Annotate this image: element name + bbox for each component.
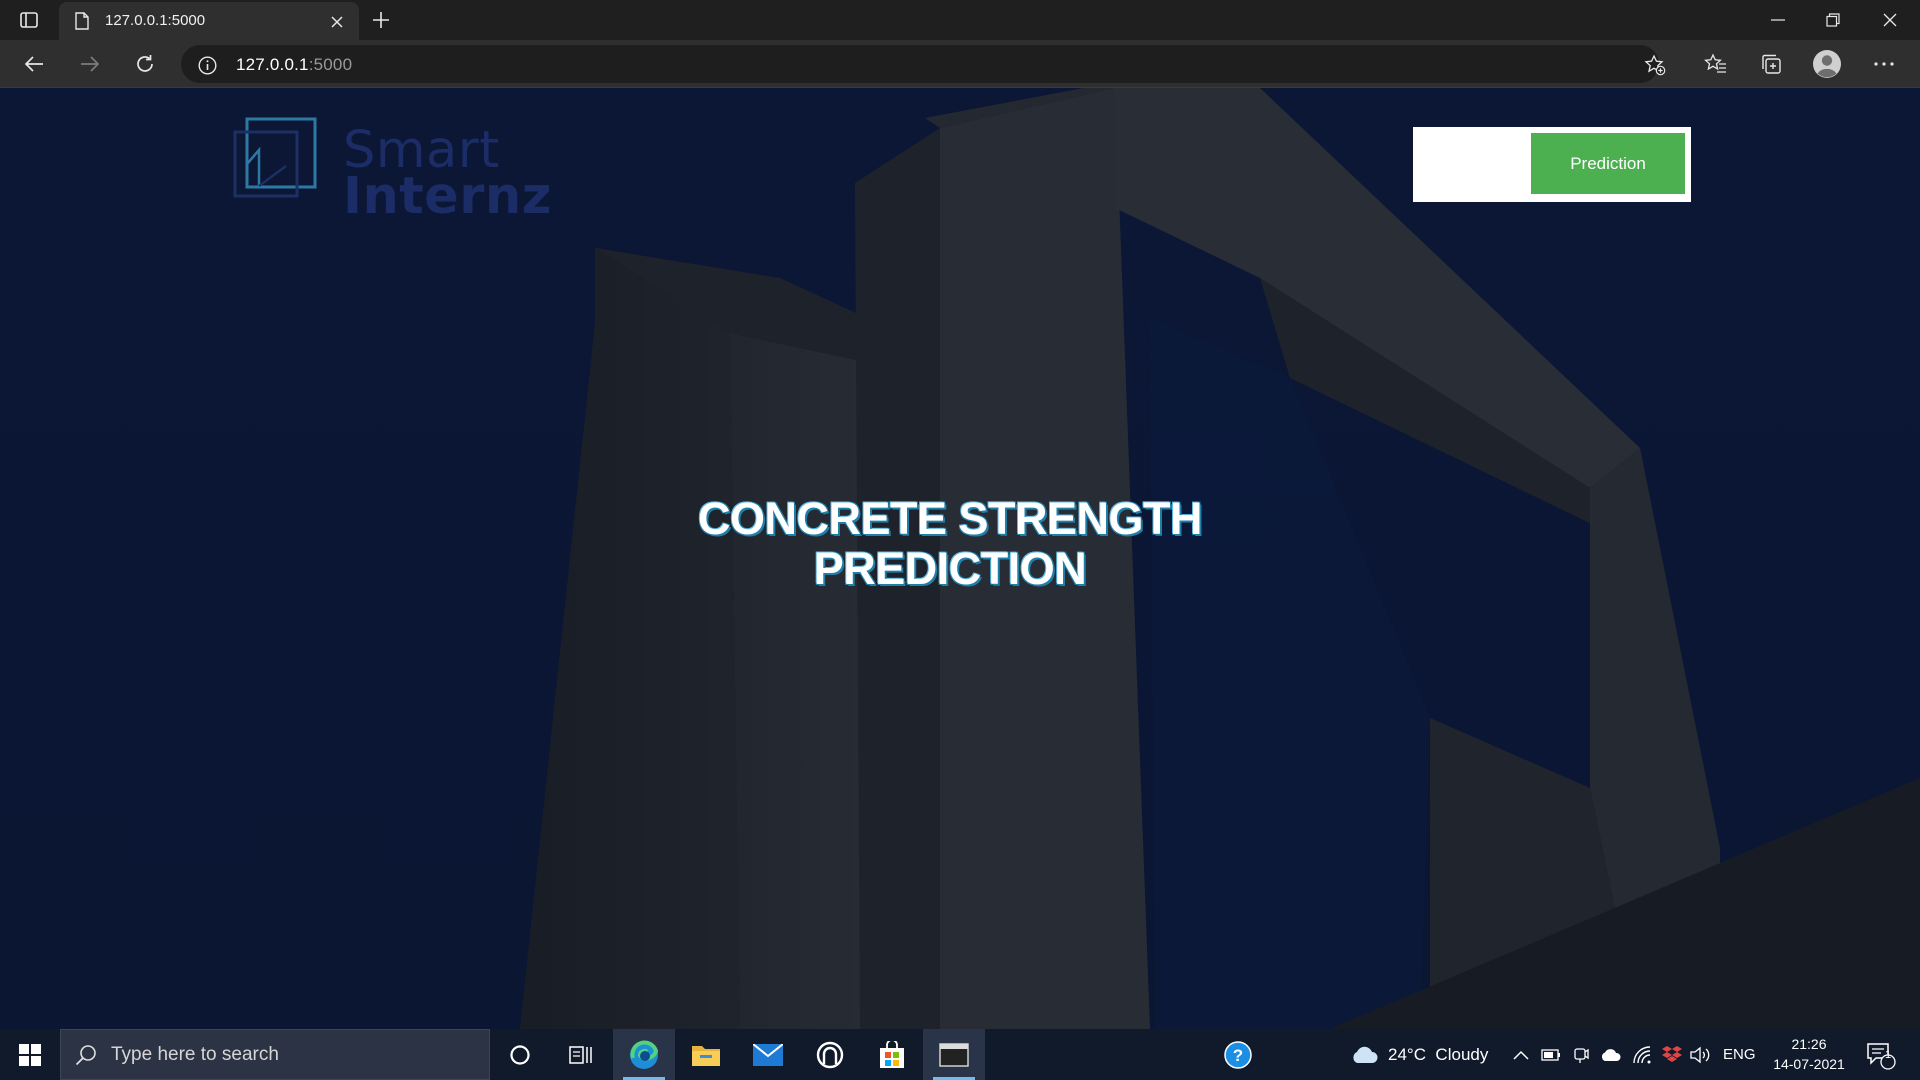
close-window-icon[interactable] <box>1868 6 1912 34</box>
tab-actions-icon[interactable] <box>14 8 44 32</box>
app-icon[interactable] <box>799 1029 861 1080</box>
system-clock[interactable]: 21:26 14-07-2021 <box>1766 1034 1852 1074</box>
nav-bar: Prediction <box>1413 127 1691 202</box>
clock-time: 21:26 <box>1791 1036 1827 1052</box>
battery-icon[interactable] <box>1541 1029 1561 1080</box>
address-text: 127.0.0.1:5000 <box>236 55 352 75</box>
logo-line-internz: Internz <box>343 167 552 226</box>
close-tab-icon[interactable] <box>327 12 347 32</box>
hero-title-line2: PREDICTION <box>813 543 1087 594</box>
restore-icon[interactable] <box>1811 6 1855 34</box>
profile-icon[interactable] <box>1810 47 1844 81</box>
file-explorer-icon[interactable] <box>675 1029 737 1080</box>
search-placeholder: Type here to search <box>111 1044 279 1065</box>
store-icon[interactable] <box>861 1029 923 1080</box>
collections-icon[interactable] <box>1755 50 1787 78</box>
taskbar: Type here to search ? 24°C Cloudy ENG 21… <box>0 1029 1920 1080</box>
new-tab-icon[interactable] <box>366 8 396 32</box>
task-view-icon[interactable] <box>550 1029 612 1080</box>
minimize-icon[interactable] <box>1756 6 1800 34</box>
help-icon[interactable]: ? <box>1207 1029 1269 1080</box>
add-favorite-icon[interactable] <box>1642 53 1668 77</box>
dropbox-icon[interactable] <box>1661 1029 1683 1080</box>
terminal-icon[interactable] <box>923 1029 985 1080</box>
browser-tab-bar: 127.0.0.1:5000 <box>0 0 1920 40</box>
browser-tab[interactable]: 127.0.0.1:5000 <box>59 2 359 40</box>
notification-icon[interactable]: 1 <box>1866 1029 1896 1080</box>
taskbar-search-box[interactable]: Type here to search <box>60 1029 490 1080</box>
address-port: :5000 <box>308 55 353 74</box>
svg-text:?: ? <box>1233 1046 1243 1065</box>
chevron-up-icon[interactable] <box>1513 1029 1529 1080</box>
prediction-button[interactable]: Prediction <box>1531 133 1685 194</box>
address-host: 127.0.0.1 <box>236 55 309 74</box>
refresh-icon[interactable] <box>129 50 161 78</box>
cloud-weather-icon <box>1353 1046 1378 1063</box>
back-icon[interactable] <box>18 50 50 78</box>
weather-text: 24°C Cloudy <box>1388 1044 1489 1064</box>
logo-mark-icon <box>233 117 317 198</box>
windows-start-icon[interactable] <box>0 1029 60 1080</box>
hero-title: CONCRETE STRENGTH PREDICTION <box>560 494 1340 594</box>
web-page: Smart Internz Prediction CONCRETE STRENG… <box>0 88 1920 1029</box>
browser-toolbar: 127.0.0.1:5000 <box>0 40 1920 88</box>
more-icon[interactable] <box>1868 50 1900 78</box>
page-icon <box>73 11 91 31</box>
onedrive-icon[interactable] <box>1600 1029 1622 1080</box>
logo-wordmark: Smart Internz <box>343 125 552 226</box>
address-bar[interactable]: 127.0.0.1:5000 <box>181 45 1666 83</box>
meet-icon[interactable] <box>1573 1029 1589 1080</box>
edge-icon[interactable] <box>613 1029 675 1080</box>
notification-count: 1 <box>1884 1049 1892 1061</box>
search-icon <box>75 1044 97 1071</box>
info-icon[interactable] <box>196 54 218 76</box>
smart-internz-logo[interactable]: Smart Internz <box>231 114 551 222</box>
language-indicator[interactable]: ENG <box>1723 1029 1756 1080</box>
clock-date: 14-07-2021 <box>1773 1056 1845 1072</box>
weather-widget[interactable]: 24°C Cloudy <box>1350 1029 1488 1080</box>
mail-icon[interactable] <box>737 1029 799 1080</box>
cortana-icon[interactable] <box>489 1029 551 1080</box>
forward-icon[interactable] <box>74 50 106 78</box>
volume-icon[interactable] <box>1690 1029 1712 1080</box>
wifi-icon[interactable] <box>1633 1029 1653 1080</box>
hero-title-line1: CONCRETE STRENGTH <box>697 493 1203 544</box>
favorites-icon[interactable] <box>1700 50 1732 78</box>
tab-title: 127.0.0.1:5000 <box>105 12 206 29</box>
